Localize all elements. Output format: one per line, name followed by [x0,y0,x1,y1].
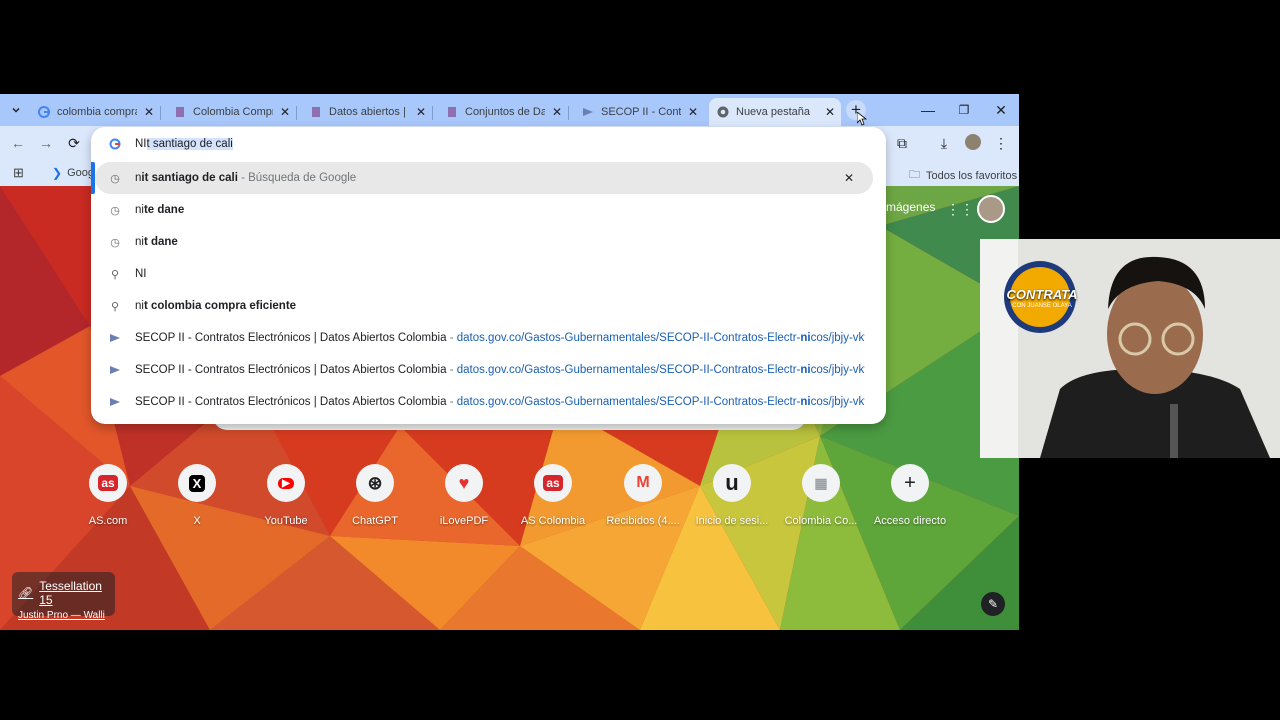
history-icon: ◷ [110,236,120,249]
selection-indicator [91,162,95,194]
shortcut-x[interactable]: X X [155,464,239,527]
chrome-icon [717,106,729,118]
url-suggestion-item[interactable]: SECOP II - Contratos Electrónicos | Dato… [91,322,886,354]
typed-text: NI [135,138,147,150]
url-suggestion-item[interactable]: SECOP II - Contratos Electrónicos | Dato… [91,354,886,386]
url-suggestion-item[interactable]: SECOP II - Contratos Electrónicos | Dato… [91,386,886,418]
link-icon: 🔗︎ [18,586,34,600]
add-shortcut-button[interactable]: + Acceso directo [868,464,952,527]
customize-pencil-icon[interactable]: ✎ [981,592,1005,616]
close-tab-icon[interactable]: ✕ [278,105,292,119]
images-link[interactable]: mágenes [886,200,935,214]
shortcut-gmail[interactable]: M Recibidos (4.... [601,464,685,527]
tab-title: Colombia Compra [193,106,273,118]
close-tab-icon[interactable]: ✕ [414,105,428,119]
suggestion-item[interactable]: ◷ nit dane [91,226,886,258]
tab-title: Nueva pestaña [736,106,810,118]
shortcut-as-colombia[interactable]: as AS Colombia [511,464,595,527]
datos-icon [582,106,594,118]
menu-icon[interactable]: ⋮ [992,134,1010,152]
tab-title: Datos abiertos | Co [329,106,409,118]
search-icon: ⚲ [110,268,120,281]
presenter-video [980,239,1280,458]
shortcut-chatgpt[interactable]: ⊛ ChatGPT [333,464,417,527]
gmail-icon: M [624,464,662,502]
shortcut-colombia-compra[interactable]: ▦ Colombia Co... [779,464,863,527]
extensions-icon[interactable]: ⧉ [893,134,911,152]
reload-icon[interactable]: ⟳ [65,134,83,152]
suggestion-item[interactable]: ◷ nite dane [91,194,886,226]
plus-icon: + [891,464,929,502]
omnibox-dropdown: NIt santiago de cali ◷ nit santiago de c… [91,127,886,424]
bookmark-google[interactable]: ❯ Goog [52,166,94,180]
datos-icon [108,331,122,345]
shortcut-youtube[interactable]: ▶ YouTube [244,464,328,527]
chevron-down-icon [12,107,20,113]
autocomplete-text: t santiago de cali [146,138,233,150]
back-arrow-icon[interactable]: ← [9,134,27,152]
remove-suggestion-icon[interactable]: ✕ [841,170,857,186]
tab-nueva-pestana[interactable]: Nueva pestaña ✕ [709,98,841,126]
channel-logo: CONTRATA [1006,287,1078,302]
tab-colombia-compra[interactable]: Colombia Compra ✕ [166,98,297,126]
history-icon: ◷ [110,172,120,185]
tab-title: colombia compra e [57,106,137,118]
u-icon: u [713,464,751,502]
restore-icon[interactable]: ❐ [952,100,976,120]
site-icon [310,106,322,118]
google-g-icon [109,138,121,150]
search-icon: ⚲ [110,300,120,313]
tab-title: Conjuntos de Datos [465,106,545,118]
youtube-icon: ▶ [267,464,305,502]
tab-conjuntos-de-datos[interactable]: Conjuntos de Datos ✕ [438,98,569,126]
close-tab-icon[interactable]: ✕ [550,105,564,119]
shortcut-inicio-sesion[interactable]: u Inicio de sesi... [690,464,774,527]
as-icon: as [534,464,572,502]
tab-colombia-compra-search[interactable]: colombia compra e ✕ [30,98,161,126]
tab-search-button[interactable] [6,101,26,119]
background-credit[interactable]: 🔗︎ Tessellation 15 Justin Prno — Walli [12,572,115,621]
datos-icon [108,395,122,409]
x-icon: X [178,464,216,502]
close-tab-icon[interactable]: ✕ [142,105,156,119]
suggestion-item[interactable]: ⚲ nit colombia compra eficiente [91,290,886,322]
close-window-icon[interactable]: ✕ [989,100,1013,120]
mouse-cursor-icon [857,112,867,126]
close-tab-icon[interactable]: ✕ [823,105,837,119]
shortcut-ilovepdf[interactable]: ♥ iLovePDF [422,464,506,527]
channel-logo-sub: CON JUANSE OLAYA [1012,303,1072,309]
tab-secop-ii[interactable]: SECOP II - Contrat ✕ [574,98,704,126]
google-icon [38,106,50,118]
webcam-overlay: CONTRATA CON JUANSE OLAYA [980,239,1280,458]
bookmark-icon: ❯ [52,166,63,180]
as-icon: as [89,464,127,502]
apps-grid-icon[interactable]: ⊞ [13,165,24,181]
all-favorites-folder[interactable]: 🗀 Todos los favoritos [909,166,1017,185]
account-avatar[interactable] [977,195,1005,223]
chatgpt-icon: ⊛ [356,464,394,502]
folder-icon: 🗀 [909,169,920,181]
suggestion-item[interactable]: ◷ nit santiago de cali - Búsqueda de Goo… [95,162,873,194]
ilovepdf-icon: ♥ [445,464,483,502]
tab-datos-abiertos[interactable]: Datos abiertos | Co ✕ [302,98,433,126]
close-tab-icon[interactable]: ✕ [686,105,700,119]
forward-arrow-icon[interactable]: → [37,134,55,152]
shortcut-as-com[interactable]: as AS.com [66,464,150,527]
site-icon: ▦ [802,464,840,502]
site-icon [446,106,458,118]
address-bar[interactable]: NIt santiago de cali [91,127,886,161]
download-icon[interactable]: ⤓ [935,134,953,152]
suggestion-item[interactable]: ⚲ NI [91,258,886,290]
datos-icon [108,363,122,377]
profile-avatar[interactable] [964,134,982,152]
site-icon [174,106,186,118]
minimize-icon[interactable]: — [916,100,940,120]
history-icon: ◷ [110,204,120,217]
tab-title: SECOP II - Contrat [601,106,681,118]
